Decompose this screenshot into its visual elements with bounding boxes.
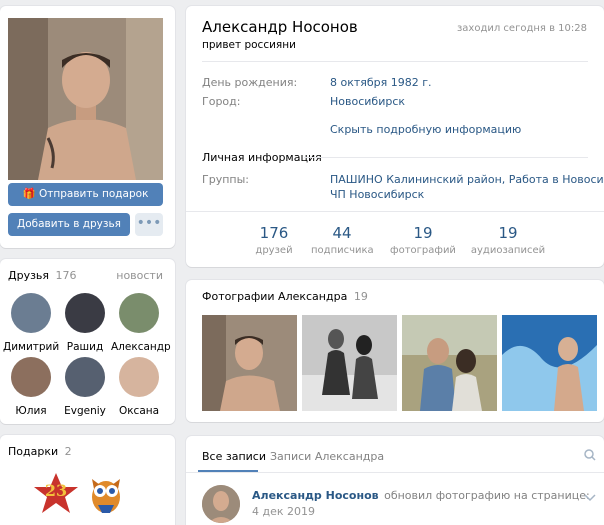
profile-photo-image bbox=[8, 18, 163, 180]
avatar bbox=[119, 357, 159, 397]
post-avatar[interactable] bbox=[202, 485, 240, 523]
more-actions-button[interactable]: ••• bbox=[135, 213, 163, 236]
owl-icon bbox=[92, 479, 120, 513]
info-label-birthday: День рождения: bbox=[202, 76, 298, 89]
photo-image bbox=[202, 315, 297, 411]
groups-line-1[interactable]: ПАШИНО Калининский район, Работа в Новос… bbox=[330, 173, 604, 186]
info-value-birthday[interactable]: 8 октября 1982 г. bbox=[330, 76, 432, 89]
photo-thumb[interactable] bbox=[302, 315, 397, 411]
divider bbox=[304, 157, 588, 158]
friend-item[interactable]: Александр bbox=[111, 293, 171, 353]
divider bbox=[186, 211, 604, 212]
friend-item[interactable]: Димитрий bbox=[3, 293, 59, 353]
friends-news-link[interactable]: новости bbox=[116, 269, 163, 282]
tab-all-posts[interactable]: Все записи bbox=[202, 450, 266, 463]
gifts-card: Подарки 2 23 bbox=[0, 435, 175, 525]
post-author[interactable]: Александр Носонов bbox=[252, 489, 379, 502]
photo-image bbox=[302, 315, 397, 411]
chevron-down-icon[interactable] bbox=[584, 492, 596, 502]
photo-thumb[interactable] bbox=[202, 315, 297, 411]
gift-23-feb[interactable]: 23 bbox=[32, 471, 80, 515]
gift-owl[interactable] bbox=[86, 469, 126, 515]
gifts-header[interactable]: Подарки 2 bbox=[8, 445, 72, 458]
friend-item[interactable]: Evgeniy bbox=[57, 357, 113, 417]
info-value-city[interactable]: Новосибирск bbox=[330, 95, 405, 108]
friend-item[interactable]: Юлия bbox=[3, 357, 59, 417]
avatar bbox=[65, 357, 105, 397]
photos-header[interactable]: Фотографии Александра 19 bbox=[202, 290, 368, 303]
photo-image bbox=[402, 315, 497, 411]
photo-thumb[interactable] bbox=[402, 315, 497, 411]
divider bbox=[186, 472, 604, 473]
divider bbox=[202, 61, 588, 62]
avatar bbox=[11, 357, 51, 397]
counter-followers[interactable]: 44 подписчика bbox=[311, 224, 374, 256]
profile-photo[interactable] bbox=[8, 18, 163, 180]
friends-card: Друзья 176 новости Димитрий Рашид Алекса… bbox=[0, 259, 175, 424]
gift-icon: 🎁 bbox=[22, 188, 39, 200]
groups-line-2[interactable]: ЧП Новосибирск bbox=[330, 188, 424, 201]
avatar bbox=[11, 293, 51, 333]
photos-card: Фотографии Александра 19 bbox=[186, 280, 604, 422]
search-icon[interactable] bbox=[584, 449, 596, 461]
counter-photos[interactable]: 19 фотографий bbox=[390, 224, 456, 256]
wall-card: Все записи Записи Александра Александр Н… bbox=[186, 436, 604, 525]
profile-name: Александр Носонов bbox=[202, 18, 358, 36]
avatar bbox=[65, 293, 105, 333]
friend-item[interactable]: Рашид bbox=[57, 293, 113, 353]
last-seen: заходил сегодня в 10:28 bbox=[456, 23, 587, 34]
friends-header[interactable]: Друзья 176 bbox=[8, 269, 77, 282]
friend-item[interactable]: Оксана bbox=[111, 357, 167, 417]
info-label-groups: Группы: bbox=[202, 173, 249, 186]
tab-owner-posts[interactable]: Записи Александра bbox=[270, 450, 384, 463]
photo-image bbox=[502, 315, 597, 411]
avatar-card: 🎁 Отправить подарок Добавить в друзья ••… bbox=[0, 6, 175, 248]
add-friend-button[interactable]: Добавить в друзья bbox=[8, 213, 130, 236]
post-header: Александр Носонов обновил фотографию на … bbox=[252, 489, 590, 502]
counter-audio[interactable]: 19 аудиозаписей bbox=[470, 224, 546, 256]
send-gift-button[interactable]: 🎁 Отправить подарок bbox=[8, 183, 163, 206]
avatar-image bbox=[202, 485, 240, 523]
photo-thumb[interactable] bbox=[502, 315, 597, 411]
profile-info-card: Александр Носонов привет россияни заходи… bbox=[186, 6, 604, 267]
info-label-city: Город: bbox=[202, 95, 241, 108]
more-icon: ••• bbox=[136, 215, 162, 231]
avatar bbox=[119, 293, 159, 333]
post-date[interactable]: 4 дек 2019 bbox=[252, 505, 315, 518]
counter-friends[interactable]: 176 друзей bbox=[252, 224, 296, 256]
hide-info-link[interactable]: Скрыть подробную информацию bbox=[330, 123, 521, 136]
profile-status[interactable]: привет россияни bbox=[202, 39, 296, 51]
